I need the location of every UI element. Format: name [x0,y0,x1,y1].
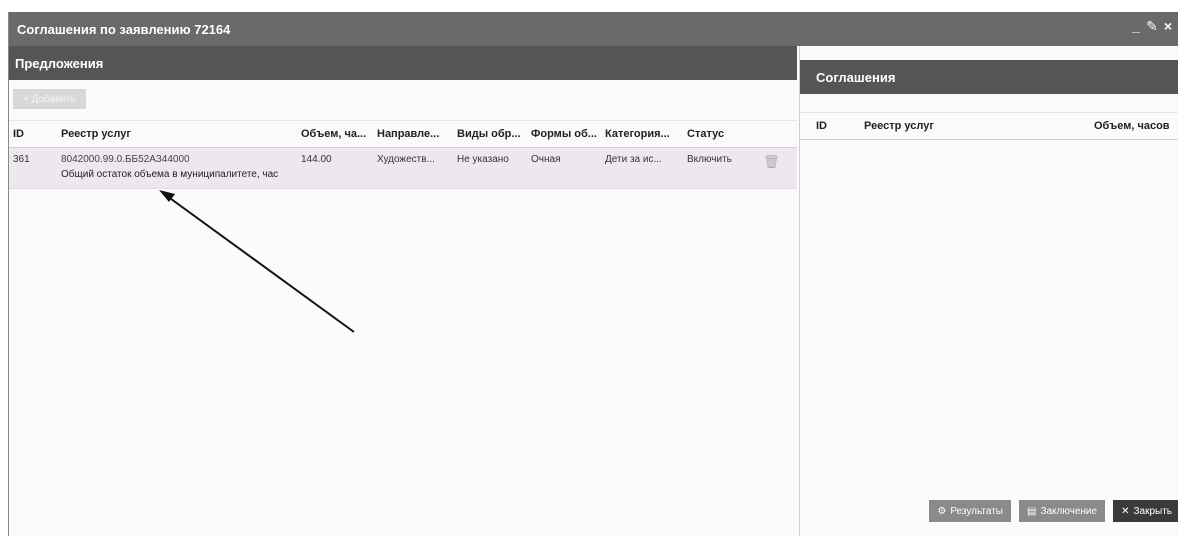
column-category[interactable]: Категория... [601,128,683,140]
conclusion-label: Заключение [1040,505,1098,517]
column-id[interactable]: ID [800,120,848,132]
column-kind[interactable]: Виды обр... [453,128,527,140]
minimize-icon[interactable]: _ [1132,18,1140,35]
window-titlebar: Соглашения по заявлению 72164 _ ✎ × [9,12,1178,46]
close-x-icon: ✕ [1121,505,1130,517]
proposals-header: Предложения [9,46,797,80]
table-row[interactable]: 361 8042000.99.0.ББ52АЗ44000 Общий остат… [9,148,797,189]
close-label: Закрыть [1133,505,1172,517]
column-id[interactable]: ID [9,128,57,140]
row-delete[interactable]: 🗑 [759,148,789,170]
column-status[interactable]: Статус [683,128,759,140]
proposals-toolbar: + Добавить [9,80,797,120]
footer-buttons: ⚙ Результаты ▤ Заключение ✕ Закрыть [929,500,1178,522]
column-volume[interactable]: Объем, ча... [297,128,373,140]
document-icon: ▤ [1026,505,1037,517]
row-direction: Художеств... [377,154,435,165]
results-label: Результаты [950,505,1003,517]
row-registry: 8042000.99.0.ББ52АЗ44000 Общий остаток о… [57,148,297,180]
row-form: Очная [531,154,561,165]
registry-note: Общий остаток объема в муниципалитете, ч… [61,169,279,180]
add-button[interactable]: + Добавить [13,89,86,109]
row-status[interactable]: Включить [683,148,759,165]
row-id: 361 [13,154,30,165]
column-volume[interactable]: Объем, часов [1078,120,1178,132]
row-category: Дети за ис... [605,154,662,165]
column-registry[interactable]: Реестр услуг [57,128,297,140]
maximize-icon[interactable]: ✎ [1146,18,1158,35]
agreements-grid-header: ID Реестр услуг Объем, часов [800,112,1178,140]
registry-code: 8042000.99.0.ББ52АЗ44000 [61,154,190,165]
column-form[interactable]: Формы об... [527,128,601,140]
row-kind: Не указано [457,154,509,165]
results-button[interactable]: ⚙ Результаты [929,500,1011,522]
column-registry[interactable]: Реестр услуг [848,120,1078,132]
proposals-grid-header: ID Реестр услуг Объем, ча... Направле...… [9,120,797,148]
agreements-header: Соглашения [800,60,1178,94]
window-title: Соглашения по заявлению 72164 [17,21,231,37]
close-icon[interactable]: × [1164,18,1172,35]
proposals-panel: Предложения + Добавить ID Реестр услуг О… [9,46,797,536]
agreements-window: Соглашения по заявлению 72164 _ ✎ × Пред… [8,12,1178,536]
close-button[interactable]: ✕ Закрыть [1113,500,1178,522]
window-tools: _ ✎ × [1132,18,1172,35]
conclusion-button[interactable]: ▤ Заключение [1018,500,1106,522]
agreements-panel: Соглашения ID Реестр услуг Объем, часов … [799,46,1178,536]
row-volume: 144.00 [301,154,332,165]
trash-icon[interactable]: 🗑 [763,154,780,169]
column-direction[interactable]: Направле... [373,128,453,140]
results-icon: ⚙ [937,505,947,517]
